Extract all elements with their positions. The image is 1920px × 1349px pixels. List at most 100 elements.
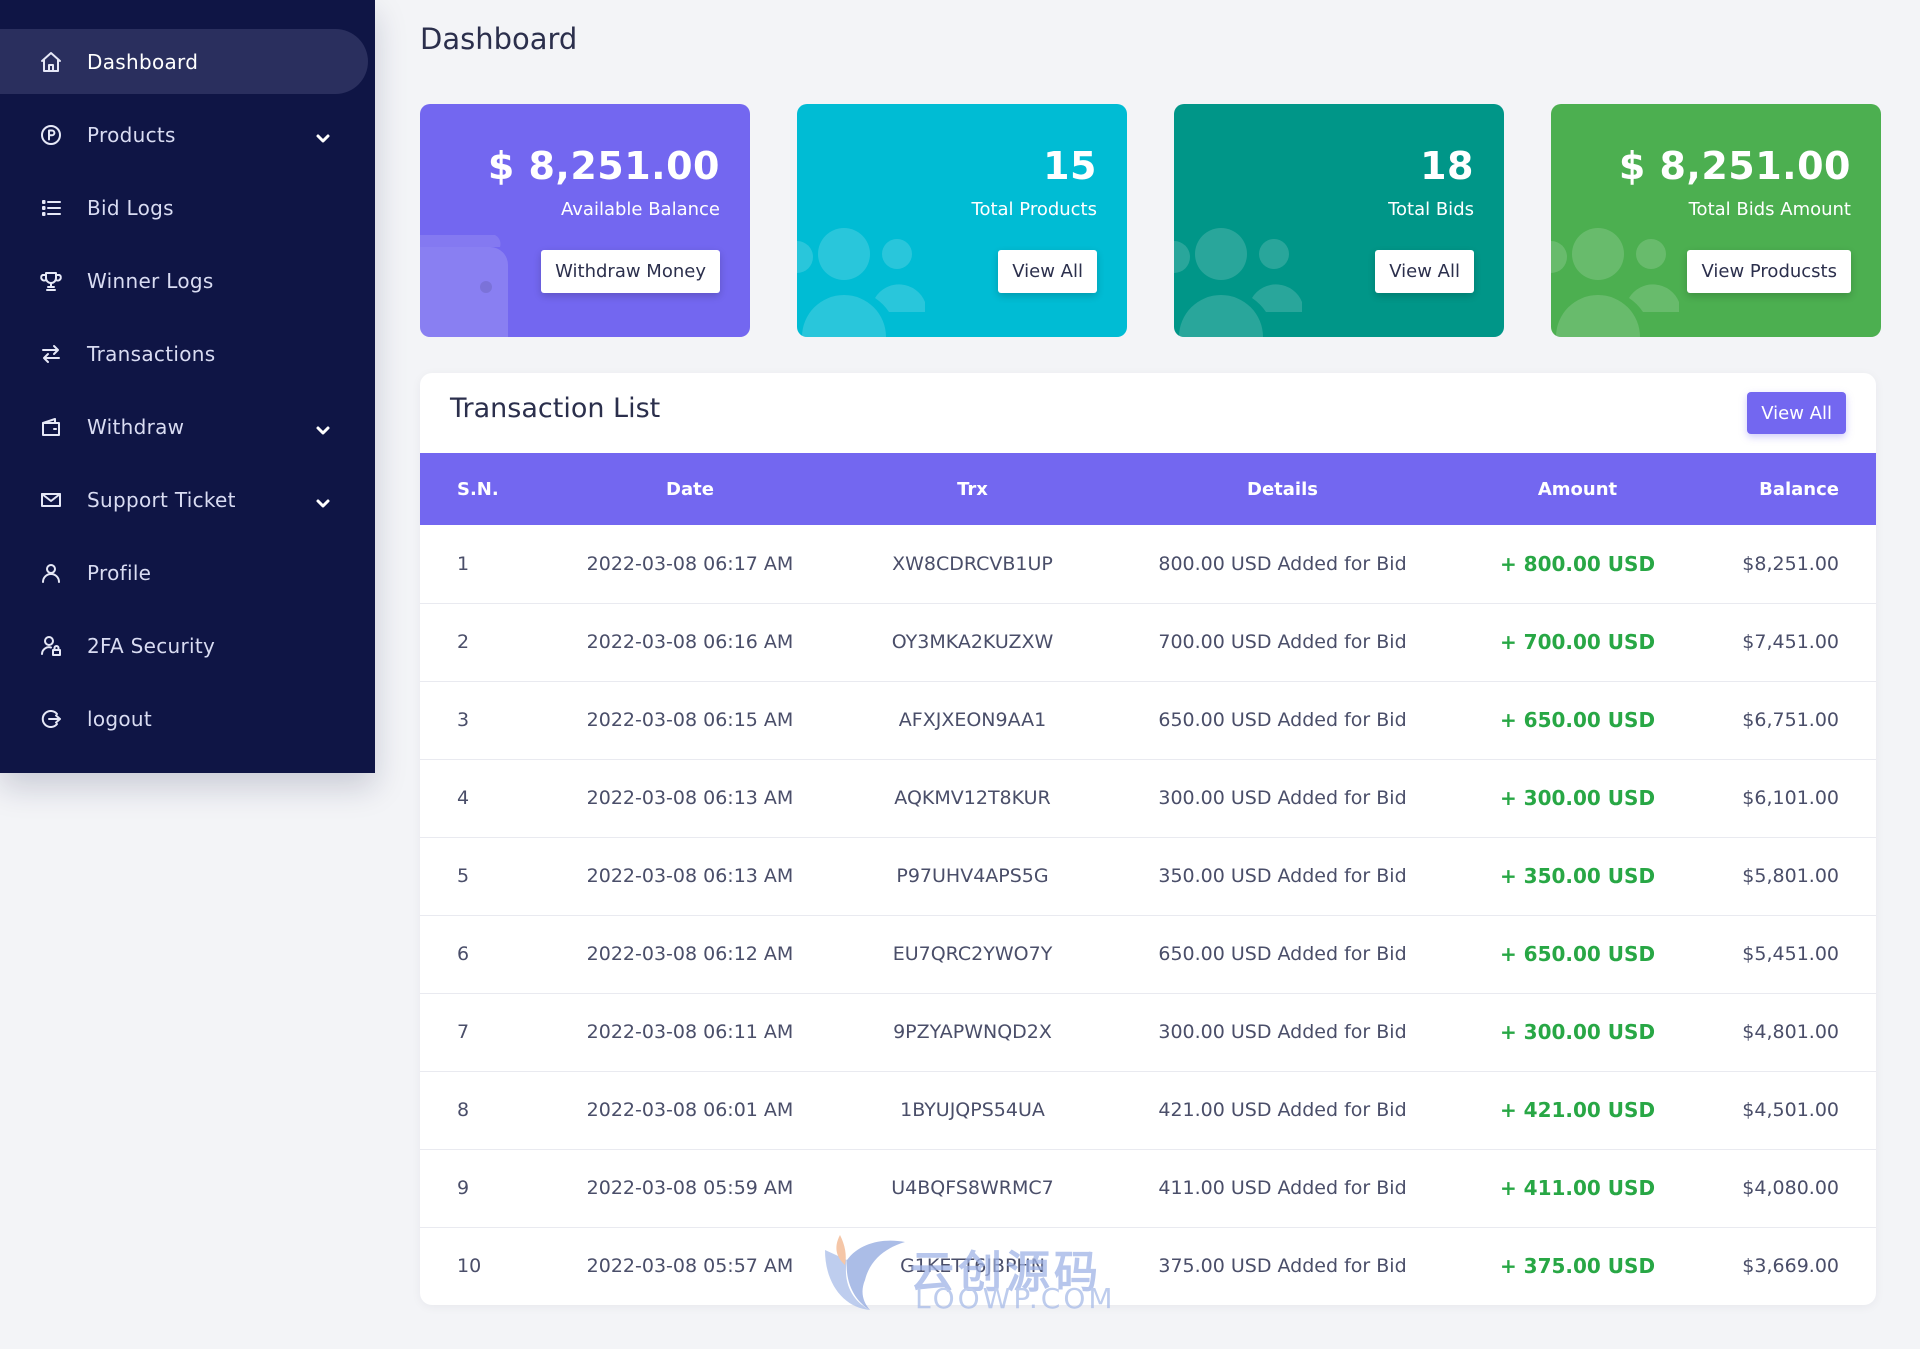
cell-trx: 9PZYAPWNQD2X bbox=[830, 993, 1115, 1072]
stat-card-label: Total Products bbox=[971, 199, 1097, 220]
sidebar-item-transactions[interactable]: Transactions bbox=[0, 321, 368, 386]
cell-date: 2022-03-08 06:01 AM bbox=[550, 1071, 830, 1150]
wallet-decor-icon bbox=[420, 235, 508, 337]
cell-trx: P97UHV4APS5G bbox=[830, 837, 1115, 916]
cell-sn: 6 bbox=[420, 915, 550, 994]
cell-amount: + 421.00 USD bbox=[1450, 1071, 1705, 1150]
transaction-table-body: 1 2022-03-08 06:17 AM XW8CDRCVB1UP 800.00 U… bbox=[420, 525, 1876, 1305]
sidebar-item-winner-logs[interactable]: Winner Logs bbox=[0, 248, 368, 313]
watermark-text-en: LOOWP.COM bbox=[915, 1282, 1116, 1315]
stat-card-available-balance: $ 8,251.00 Available Balance Withdraw Mone… bbox=[420, 104, 750, 337]
sidebar-item-label: Dashboard bbox=[87, 49, 199, 74]
table-row: 3 2022-03-08 06:15 AM AFXJXEON9AA1 650.00 U… bbox=[420, 681, 1876, 760]
view-all-transactions-button[interactable]: View All bbox=[1747, 392, 1846, 434]
cell-sn: 7 bbox=[420, 993, 550, 1072]
view-all-button[interactable]: View All bbox=[998, 250, 1097, 293]
sidebar-item-label: 2FA Security bbox=[87, 633, 216, 658]
trophy-icon bbox=[38, 268, 64, 294]
cell-sn: 1 bbox=[420, 525, 550, 604]
column-header-date: Date bbox=[550, 453, 830, 525]
cell-amount: + 800.00 USD bbox=[1450, 525, 1705, 604]
cell-sn: 4 bbox=[420, 759, 550, 838]
view-all-button[interactable]: View All bbox=[1375, 250, 1474, 293]
chevron-down-icon bbox=[314, 493, 332, 511]
transfer-arrows-icon bbox=[38, 341, 64, 367]
cell-sn: 5 bbox=[420, 837, 550, 916]
cell-amount: + 700.00 USD bbox=[1450, 603, 1705, 682]
cell-balance: $5,451.00 bbox=[1705, 915, 1876, 994]
cell-date: 2022-03-08 06:13 AM bbox=[550, 837, 830, 916]
transaction-panel: Transaction List View All S.N. Date Trx … bbox=[420, 373, 1876, 1305]
home-icon bbox=[38, 49, 64, 75]
chevron-down-icon bbox=[314, 128, 332, 146]
cell-date: 2022-03-08 06:16 AM bbox=[550, 603, 830, 682]
cell-balance: $4,080.00 bbox=[1705, 1149, 1876, 1228]
sidebar-item-products[interactable]: Products bbox=[0, 102, 368, 167]
sidebar-item-2fa-security[interactable]: 2FA Security bbox=[0, 613, 368, 678]
cell-trx: AQKMV12T8KUR bbox=[830, 759, 1115, 838]
cell-details: 300.00 USD Added for Bid bbox=[1115, 759, 1450, 838]
logout-icon bbox=[38, 706, 64, 732]
watermark-logo-icon bbox=[825, 1235, 905, 1310]
cell-balance: $3,669.00 bbox=[1742, 1255, 1839, 1278]
table-row: 8 2022-03-08 06:01 AM 1BYUJQPS54UA 421.00 U… bbox=[420, 1071, 1876, 1150]
cell-details: 650.00 USD Added for Bid bbox=[1115, 915, 1450, 994]
cell-balance: $4,501.00 bbox=[1705, 1071, 1876, 1150]
cell-amount: + 300.00 USD bbox=[1450, 993, 1705, 1072]
cell-amount: + 650.00 USD bbox=[1450, 915, 1705, 994]
cell-amount: + 411.00 USD bbox=[1450, 1149, 1705, 1228]
sidebar: Dashboard Products Bid Logs Winner Logs Tran… bbox=[0, 0, 375, 773]
withdraw-money-button[interactable]: Withdraw Money bbox=[541, 250, 720, 293]
cell-amount: + 350.00 USD bbox=[1450, 837, 1705, 916]
cell-balance: $8,251.00 bbox=[1705, 525, 1876, 604]
wallet-icon bbox=[38, 414, 64, 440]
cell-sn: 9 bbox=[420, 1149, 550, 1228]
cell-date: 2022-03-08 06:15 AM bbox=[550, 681, 830, 760]
column-header-sn: S.N. bbox=[420, 453, 550, 525]
envelope-icon bbox=[38, 487, 64, 513]
cell-trx: U4BQFS8WRMC7 bbox=[830, 1149, 1115, 1228]
user-icon bbox=[38, 560, 64, 586]
sidebar-item-support-ticket[interactable]: Support Ticket bbox=[0, 467, 368, 532]
view-producsts-button[interactable]: View Producsts bbox=[1687, 250, 1851, 293]
table-row: 7 2022-03-08 06:11 AM 9PZYAPWNQD2X 300.00 U… bbox=[420, 993, 1876, 1072]
sidebar-item-dashboard[interactable]: Dashboard bbox=[0, 29, 368, 94]
cell-date: 2022-03-08 06:17 AM bbox=[550, 525, 830, 604]
cell-date: 2022-03-08 05:59 AM bbox=[550, 1149, 830, 1228]
users-decor-icon bbox=[797, 228, 925, 337]
cell-details: 421.00 USD Added for Bid bbox=[1115, 1071, 1450, 1150]
sidebar-item-bid-logs[interactable]: Bid Logs bbox=[0, 175, 368, 240]
sidebar-item-withdraw[interactable]: Withdraw bbox=[0, 394, 368, 459]
sidebar-item-logout[interactable]: logout bbox=[0, 686, 368, 751]
watermark: 云创源码 LOOWP.COM bbox=[815, 1230, 1115, 1315]
cell-details: 650.00 USD Added for Bid bbox=[1115, 681, 1450, 760]
cell-date: 2022-03-08 06:13 AM bbox=[550, 759, 830, 838]
stat-card-total-products: 15 Total Products View All bbox=[797, 104, 1127, 337]
page-title: Dashboard bbox=[420, 22, 578, 56]
cell-sn: 10 bbox=[457, 1255, 482, 1278]
stat-card-label: Available Balance bbox=[561, 199, 720, 220]
cell-balance: $7,451.00 bbox=[1705, 603, 1876, 682]
cell-date: 2022-03-08 05:57 AM bbox=[586, 1255, 794, 1278]
cell-sn: 2 bbox=[420, 603, 550, 682]
table-row: 2 2022-03-08 06:16 AM OY3MKA2KUZXW 700.00 U… bbox=[420, 603, 1876, 682]
stat-card-total-bids-amount: $ 8,251.00 Total Bids Amount View Producst… bbox=[1551, 104, 1881, 337]
cell-trx: 1BYUJQPS54UA bbox=[830, 1071, 1115, 1150]
cell-balance: $6,101.00 bbox=[1705, 759, 1876, 838]
users-decor-icon bbox=[1174, 228, 1302, 337]
cell-balance: $4,801.00 bbox=[1705, 993, 1876, 1072]
cell-sn: 8 bbox=[420, 1071, 550, 1150]
cell-trx: EU7QRC2YWO7Y bbox=[830, 915, 1115, 994]
stat-card-value: $ 8,251.00 bbox=[487, 144, 720, 188]
sidebar-nav: Dashboard Products Bid Logs Winner Logs Tran… bbox=[0, 0, 375, 751]
column-header-details: Details bbox=[1115, 453, 1450, 525]
cell-date: 2022-03-08 06:11 AM bbox=[550, 993, 830, 1072]
sidebar-item-profile[interactable]: Profile bbox=[0, 540, 368, 605]
transaction-list-title: Transaction List bbox=[450, 393, 661, 424]
product-circle-icon bbox=[38, 122, 64, 148]
table-row: 10 2022-03-08 05:57 AM G1KETT6JBPHN 375.00 … bbox=[420, 1227, 1876, 1305]
transaction-table: S.N. Date Trx Details Amount Balance 1 20… bbox=[420, 453, 1876, 1305]
column-header-balance: Balance bbox=[1705, 453, 1876, 525]
table-row: 6 2022-03-08 06:12 AM EU7QRC2YWO7Y 650.00 U… bbox=[420, 915, 1876, 994]
column-header-amount: Amount bbox=[1450, 453, 1705, 525]
